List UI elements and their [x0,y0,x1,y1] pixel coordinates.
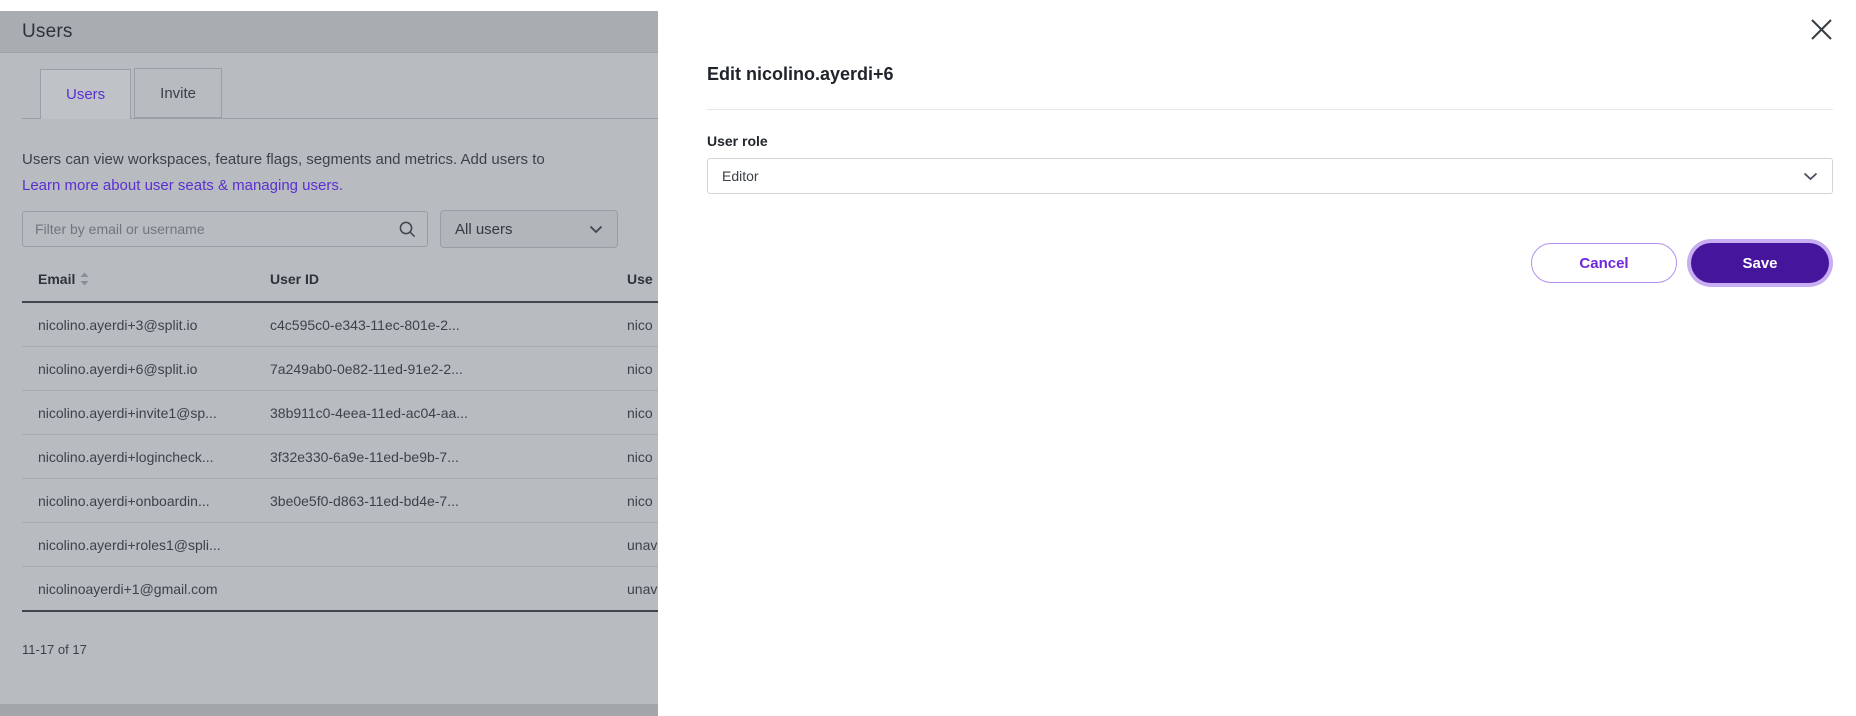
cell-email: nicolino.ayerdi+roles1@spli... [22,537,254,553]
table-row[interactable]: nicolino.ayerdi+3@split.io c4c595c0-e343… [22,303,658,346]
column-header-user-id[interactable]: User ID [254,271,611,287]
sort-icon [80,272,89,286]
close-icon [1810,18,1833,41]
table-row[interactable]: nicolino.ayerdi+logincheck... 3f32e330-6… [22,434,658,478]
table-header-row: Email User ID Use [22,256,658,303]
page-description: Users can view workspaces, feature flags… [22,147,658,199]
cell-email: nicolinoayerdi+1@gmail.com [22,581,254,597]
users-table: Email User ID Use nicolino.ayerdi+3@spli… [22,256,658,612]
page-title: Users [22,21,73,43]
modal-button-row: Cancel Save [707,243,1833,283]
chevron-down-icon [1803,172,1818,181]
column-header-email[interactable]: Email [22,271,254,287]
cell-username: nico [611,361,658,377]
cell-email: nicolino.ayerdi+6@split.io [22,361,254,377]
cell-username: nico [611,449,658,465]
table-row[interactable]: nicolinoayerdi+1@gmail.com unav [22,566,658,610]
chevron-down-icon [589,225,603,234]
users-page-background: Users Users Invite Users can view worksp… [0,0,658,716]
edit-user-modal: Edit nicolino.ayerdi+6 User role Editor … [658,0,1856,716]
modal-divider [707,109,1833,110]
table-body: nicolino.ayerdi+3@split.io c4c595c0-e343… [22,303,658,612]
filter-toolbar: All users [22,210,658,248]
page-bottom-edge [0,704,658,716]
tab-invite-label: Invite [160,85,196,102]
cell-username: nico [611,405,658,421]
search-icon [398,220,417,239]
cancel-button[interactable]: Cancel [1531,243,1677,283]
table-row[interactable]: nicolino.ayerdi+roles1@spli... unav [22,522,658,566]
save-button[interactable]: Save [1691,243,1829,283]
cell-username: nico [611,317,658,333]
cell-username: unav [611,537,658,553]
pagination-label: 11-17 of 17 [22,642,658,657]
user-scope-dropdown[interactable]: All users [440,210,618,248]
users-page-content: Users Invite Users can view workspaces, … [0,53,658,716]
cell-email: nicolino.ayerdi+3@split.io [22,317,254,333]
cell-email: nicolino.ayerdi+onboardin... [22,493,254,509]
column-header-username[interactable]: Use [611,271,658,287]
close-button[interactable] [1808,16,1834,42]
tab-users-label: Users [66,86,105,103]
tab-users[interactable]: Users [40,69,131,119]
cell-user-id: 3f32e330-6a9e-11ed-be9b-7... [254,449,611,465]
table-row[interactable]: nicolino.ayerdi+invite1@sp... 38b911c0-4… [22,390,658,434]
table-row[interactable]: nicolino.ayerdi+onboardin... 3be0e5f0-d8… [22,478,658,522]
cell-user-id: 7a249ab0-0e82-11ed-91e2-2... [254,361,611,377]
cell-username: nico [611,493,658,509]
cell-user-id: c4c595c0-e343-11ec-801e-2... [254,317,611,333]
description-text: Users can view workspaces, feature flags… [22,151,545,168]
cell-user-id: 3be0e5f0-d863-11ed-bd4e-7... [254,493,611,509]
user-role-value: Editor [722,168,759,184]
table-row[interactable]: nicolino.ayerdi+6@split.io 7a249ab0-0e82… [22,346,658,390]
cell-email: nicolino.ayerdi+invite1@sp... [22,405,254,421]
user-role-select[interactable]: Editor [707,158,1833,194]
filter-input[interactable] [33,220,398,238]
modal-title: Edit nicolino.ayerdi+6 [707,64,1833,85]
page-header: Users [0,11,658,53]
user-scope-value: All users [455,221,513,238]
filter-input-wrapper [22,211,428,247]
tabs-bar: Users Invite [22,68,658,119]
cell-user-id: 38b911c0-4eea-11ed-ac04-aa... [254,405,611,421]
cell-email: nicolino.ayerdi+logincheck... [22,449,254,465]
tab-invite[interactable]: Invite [134,68,222,118]
cell-username: unav [611,581,658,597]
learn-more-link[interactable]: Learn more about user seats & managing u… [22,173,658,199]
user-role-label: User role [707,133,1833,149]
